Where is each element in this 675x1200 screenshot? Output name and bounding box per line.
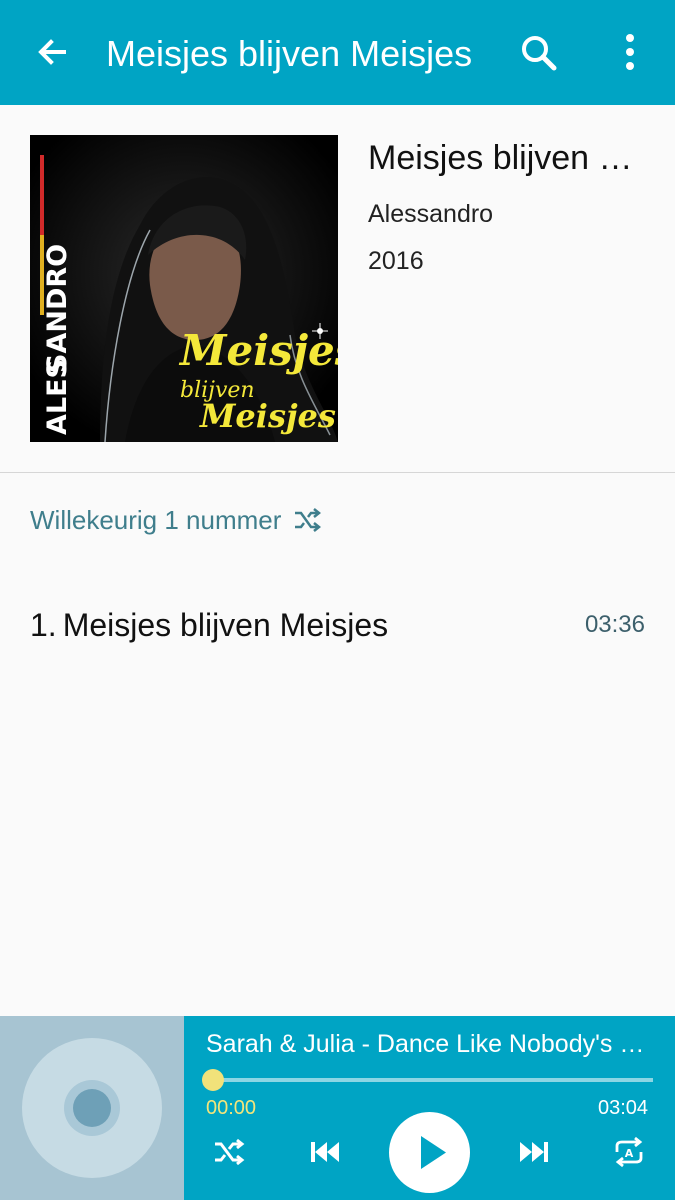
now-playing-title[interactable]: Sarah & Julia - Dance Like Nobody's Watc… [206, 1030, 646, 1059]
total-time: 03:04 [598, 1097, 649, 1119]
mini-player-art[interactable] [0, 1016, 184, 1200]
svg-text:Meisjes: Meisjes [178, 326, 338, 375]
album-year: 2016 [368, 247, 424, 275]
svg-text:Meisjes: Meisjes [199, 397, 336, 435]
album-artist: Alessandro [368, 200, 494, 228]
disc-icon [22, 1038, 162, 1178]
track-row[interactable]: 1. Meisjes blijven Meisjes 03:36 [30, 600, 645, 650]
shuffle-icon[interactable] [211, 1134, 247, 1170]
elapsed-time: 00:00 [206, 1097, 257, 1119]
search-icon[interactable] [516, 30, 562, 76]
play-icon [421, 1136, 446, 1169]
repeat-a-icon[interactable]: A [611, 1134, 647, 1170]
app-bar: Meisjes blijven Meisjes [0, 0, 675, 105]
track-name: Meisjes blijven Meisjes [62, 606, 389, 643]
seek-thumb[interactable] [202, 1069, 224, 1091]
divider [0, 472, 675, 473]
svg-text:A: A [625, 1147, 634, 1160]
track-title: 1. Meisjes blijven Meisjes [30, 607, 388, 644]
page-title: Meisjes blijven Meisjes [106, 33, 473, 74]
previous-icon[interactable] [307, 1134, 343, 1170]
album-cover-art: ALES SANDRO Meisjes blijven Meisjes [30, 135, 338, 442]
album-title: Meisjes blijven Meisjes [368, 139, 658, 177]
shuffle-icon [295, 508, 322, 532]
seek-bar[interactable] [212, 1078, 653, 1082]
next-icon[interactable] [516, 1134, 552, 1170]
mini-player[interactable]: Sarah & Julia - Dance Like Nobody's Watc… [0, 1016, 675, 1200]
more-vert-icon[interactable] [608, 30, 652, 76]
album-cover: ALES SANDRO Meisjes blijven Meisjes [30, 135, 338, 442]
play-button[interactable] [389, 1112, 470, 1193]
shuffle-all-button[interactable]: Willekeurig 1 nummer [30, 502, 323, 538]
track-number: 1. [30, 606, 57, 643]
shuffle-label: Willekeurig 1 nummer [30, 504, 282, 535]
arrow-back-icon[interactable] [30, 30, 74, 74]
track-duration: 03:36 [584, 611, 645, 638]
svg-text:SANDRO: SANDRO [42, 244, 73, 373]
